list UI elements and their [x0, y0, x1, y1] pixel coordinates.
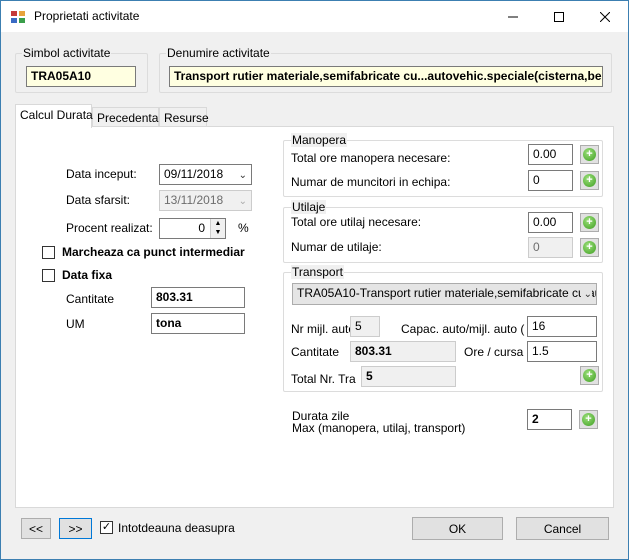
- transport-select-value: TRA05A10-Transport rutier materiale,semi…: [297, 286, 597, 300]
- manopera-numar-field[interactable]: 0: [528, 170, 573, 191]
- utilaje-total-ore-add-button[interactable]: +: [580, 213, 599, 232]
- capac-auto-field[interactable]: 16: [527, 316, 597, 337]
- capac-auto-label: Capac. auto/mijl. auto ( t ): [401, 322, 539, 336]
- transport-groupbox: Transport TRA05A10-Transport rutier mate…: [283, 265, 603, 392]
- data-sfarsit-picker: 13/11/2018 ⌄: [159, 190, 252, 211]
- data-inceput-label: Data inceput:: [66, 167, 137, 181]
- previous-button[interactable]: <<: [21, 518, 51, 539]
- spin-buttons[interactable]: ▲ ▼: [210, 219, 225, 238]
- cantitate-field[interactable]: 803.31: [151, 287, 245, 308]
- um-label: UM: [66, 317, 85, 331]
- denumire-groupbox: Denumire activitate Transport rutier mat…: [159, 46, 612, 93]
- plus-icon: +: [583, 241, 596, 254]
- data-fixa-checkbox[interactable]: [42, 269, 55, 282]
- window-title: Proprietati activitate: [34, 9, 140, 23]
- minimize-icon: [508, 16, 518, 17]
- cantitate-label: Cantitate: [66, 292, 115, 306]
- simbol-groupbox: Simbol activitate TRA05A10: [15, 46, 148, 93]
- tab-panel-calcul-durata: Data inceput: 09/11/2018 ⌄ Data sfarsit:…: [15, 126, 614, 508]
- chevron-down-icon: ⌄: [238, 196, 247, 207]
- durata-add-button[interactable]: +: [579, 410, 598, 429]
- utilaje-numar-field: 0: [528, 237, 573, 258]
- maximize-icon: [554, 11, 564, 22]
- next-button[interactable]: >>: [59, 518, 92, 539]
- tab-precedenta[interactable]: Precedenta: [92, 107, 159, 127]
- manopera-total-ore-label: Total ore manopera necesare:: [291, 151, 451, 165]
- nr-mijl-auto-field: 5: [350, 316, 380, 337]
- transport-select[interactable]: TRA05A10-Transport rutier materiale,semi…: [292, 283, 597, 305]
- tab-resurse[interactable]: Resurse: [159, 107, 209, 127]
- simbol-field[interactable]: TRA05A10: [26, 66, 136, 87]
- simbol-label: Simbol activitate: [22, 46, 112, 60]
- marcheaza-label: Marcheaza ca punct intermediar: [62, 245, 245, 259]
- utilaje-legend: Utilaje: [291, 200, 327, 214]
- denumire-label: Denumire activitate: [166, 46, 271, 60]
- close-icon: [600, 11, 610, 22]
- plus-icon: +: [582, 413, 595, 426]
- close-button[interactable]: [582, 1, 628, 32]
- app-icon: [11, 11, 25, 23]
- chevron-down-icon: ⌄: [238, 170, 247, 181]
- always-on-top-checkbox[interactable]: ✓: [100, 521, 113, 534]
- transport-cantitate-field: 803.31: [350, 341, 456, 362]
- procent-stepper[interactable]: 0 ▲ ▼: [159, 218, 226, 239]
- procent-value: 0: [198, 221, 205, 235]
- data-inceput-picker[interactable]: 09/11/2018 ⌄: [159, 164, 252, 185]
- durata-sublabel: Max (manopera, utilaj, transport): [292, 421, 466, 435]
- data-sfarsit-label: Data sfarsit:: [66, 193, 131, 207]
- data-sfarsit-value: 13/11/2018: [164, 193, 224, 207]
- um-field[interactable]: tona: [151, 313, 245, 334]
- utilaje-numar-label: Numar de utilaje:: [291, 240, 382, 254]
- manopera-groupbox: Manopera Total ore manopera necesare: 0.…: [283, 133, 603, 197]
- title-bar: Proprietati activitate: [1, 1, 628, 32]
- plus-icon: +: [583, 148, 596, 161]
- dialog-window: Proprietati activitate Simbol activitate…: [0, 0, 629, 560]
- data-inceput-value: 09/11/2018: [164, 167, 224, 181]
- manopera-total-ore-field[interactable]: 0.00: [528, 144, 573, 165]
- denumire-field[interactable]: Transport rutier materiale,semifabricate…: [169, 66, 603, 87]
- data-fixa-label: Data fixa: [62, 268, 113, 282]
- minimize-button[interactable]: [490, 1, 536, 32]
- utilaje-total-ore-label: Total ore utilaj necesare:: [291, 215, 422, 229]
- chevron-down-icon: ⌄: [580, 288, 592, 302]
- plus-icon: +: [583, 216, 596, 229]
- manopera-numar-add-button[interactable]: +: [580, 171, 599, 190]
- utilaje-numar-add-button[interactable]: +: [580, 238, 599, 257]
- total-nr-tra-field: 5: [361, 366, 456, 387]
- transport-add-button[interactable]: +: [580, 366, 599, 385]
- ok-button[interactable]: OK: [412, 517, 503, 540]
- manopera-total-ore-add-button[interactable]: +: [580, 145, 599, 164]
- utilaje-total-ore-field[interactable]: 0.00: [528, 212, 573, 233]
- utilaje-groupbox: Utilaje Total ore utilaj necesare: 0.00 …: [283, 200, 603, 263]
- ore-cursa-label: Ore / cursa: [464, 345, 524, 359]
- maximize-button[interactable]: [536, 1, 582, 32]
- procent-label: Procent realizat:: [66, 221, 153, 235]
- plus-icon: +: [583, 369, 596, 382]
- always-on-top-label: Intotdeauna deasupra: [118, 521, 235, 535]
- transport-cantitate-label: Cantitate: [291, 345, 340, 359]
- marcheaza-checkbox[interactable]: [42, 246, 55, 259]
- cancel-button[interactable]: Cancel: [516, 517, 609, 540]
- nr-mijl-auto-label: Nr mijl. auto: [291, 322, 356, 336]
- ore-cursa-field[interactable]: 1.5: [527, 341, 597, 362]
- procent-unit: %: [238, 221, 249, 235]
- manopera-legend: Manopera: [291, 133, 348, 147]
- total-nr-tra-label: Total Nr. Tra: [291, 372, 356, 386]
- plus-icon: +: [583, 174, 596, 187]
- durata-field[interactable]: 2: [527, 409, 572, 430]
- tab-calcul-durata[interactable]: Calcul Durata: [15, 104, 93, 128]
- transport-legend: Transport: [291, 265, 344, 279]
- manopera-numar-label: Numar de muncitori in echipa:: [291, 175, 451, 189]
